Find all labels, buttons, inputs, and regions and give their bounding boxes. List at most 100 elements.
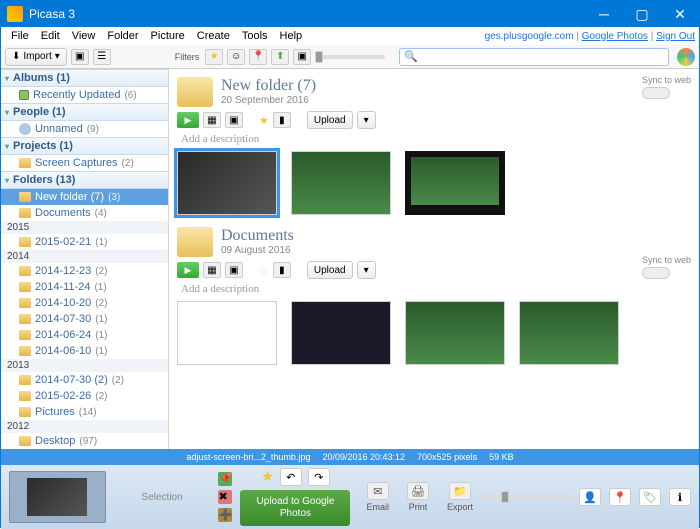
maximize-button[interactable]: ▢ — [623, 1, 661, 27]
google-photos-icon[interactable] — [677, 48, 695, 66]
minimize-button[interactable]: ─ — [585, 1, 623, 27]
play-slideshow-button[interactable]: ▶ — [177, 262, 199, 278]
sidebar-item[interactable]: 2014-10-20 (2) — [1, 295, 168, 311]
filter-faces-icon[interactable]: ☺ — [227, 49, 245, 65]
filter-tag-icon[interactable]: ⬆ — [271, 49, 289, 65]
thumbnail[interactable] — [405, 151, 505, 215]
sidebar-item[interactable]: 2015-02-21 (1) — [1, 234, 168, 250]
bottom-panel: Selection 📌 ✖ ➕ ★ ↶ ↷ Upload to Google P… — [1, 465, 699, 529]
folder-title[interactable]: Documents — [221, 227, 294, 245]
thumbnail[interactable] — [519, 301, 619, 365]
filter-starred-icon[interactable]: ★ — [205, 49, 223, 65]
sidebar-item[interactable]: 2014-06-24 (1) — [1, 327, 168, 343]
folder-description[interactable]: Add a description — [181, 133, 691, 145]
tag-button[interactable]: ▮ — [273, 262, 291, 278]
import-button[interactable]: ⬇ Import ▾ — [5, 48, 67, 66]
folder-icon — [19, 375, 31, 385]
sidebar-item[interactable]: Desktop (97) — [1, 433, 168, 449]
sidebar-item[interactable]: 2014-07-30 (1) — [1, 311, 168, 327]
search-input[interactable] — [418, 51, 664, 62]
sidebar-item[interactable]: 2015-02-26 (2) — [1, 388, 168, 404]
sync-to-web[interactable]: Sync to web — [642, 75, 691, 99]
geo-tag-button[interactable]: 📍 — [609, 488, 631, 506]
sidebar-item[interactable]: Pictures (14) — [1, 404, 168, 420]
people-tag-button[interactable]: 👤 — [579, 488, 601, 506]
sidebar-item-documents[interactable]: Documents (4) — [1, 205, 168, 221]
sidebar-item-new-folder[interactable]: New folder (7) (3) — [1, 189, 168, 205]
rotate-left-button[interactable]: ↶ — [280, 468, 302, 486]
sidebar-item-screen-captures[interactable]: Screen Captures (2) — [1, 155, 168, 171]
sync-to-web[interactable]: Sync to web — [642, 255, 691, 279]
tag-button[interactable]: ▮ — [273, 112, 291, 128]
sign-out-link[interactable]: Sign Out — [656, 31, 695, 42]
folder-icon — [19, 298, 31, 308]
tag-panel-button[interactable]: 🏷 — [639, 488, 661, 506]
menu-folder[interactable]: Folder — [101, 30, 144, 42]
folder-icon — [19, 158, 31, 168]
sidebar: ▾Albums (1) Recently Updated (6) ▾People… — [1, 69, 169, 449]
section-people[interactable]: ▾People (1) — [1, 103, 168, 121]
folder-date: 20 September 2016 — [221, 95, 316, 106]
upload-google-photos-button[interactable]: Upload to Google Photos — [240, 490, 350, 526]
photo-tray[interactable] — [9, 471, 106, 523]
filter-geo-icon[interactable]: 📍 — [249, 49, 267, 65]
collage-button[interactable]: ▦ — [203, 262, 221, 278]
thumbnail[interactable] — [291, 301, 391, 365]
clear-button[interactable]: ✖ — [218, 490, 232, 504]
movie-button[interactable]: ▣ — [225, 262, 243, 278]
menu-tools[interactable]: Tools — [236, 30, 274, 42]
upload-dropdown[interactable]: ▾ — [357, 261, 376, 279]
rotate-right-button[interactable]: ↷ — [308, 468, 330, 486]
email-button[interactable]: ✉Email — [366, 482, 389, 512]
menu-help[interactable]: Help — [274, 30, 309, 42]
album-icon — [19, 90, 29, 100]
sidebar-item[interactable]: 2014-12-23 (2) — [1, 263, 168, 279]
sidebar-item[interactable]: 2014-11-24 (1) — [1, 279, 168, 295]
email-icon: ✉ — [367, 482, 389, 500]
zoom-slider[interactable] — [481, 495, 571, 499]
movie-button[interactable]: ▣ — [225, 112, 243, 128]
close-button[interactable]: ✕ — [661, 1, 699, 27]
add-button[interactable]: ➕ — [218, 508, 232, 522]
thumbnail[interactable] — [177, 151, 277, 215]
menu-create[interactable]: Create — [191, 30, 236, 42]
new-album-button[interactable]: ▣ — [71, 49, 89, 65]
section-folders[interactable]: ▾Folders (13) — [1, 171, 168, 189]
play-slideshow-button[interactable]: ▶ — [177, 112, 199, 128]
folder-header: New folder (7) 20 September 2016 — [177, 77, 691, 107]
properties-button[interactable]: ℹ — [669, 488, 691, 506]
menu-view[interactable]: View — [66, 30, 102, 42]
thumbnail[interactable] — [405, 301, 505, 365]
folder-large-icon[interactable] — [177, 227, 213, 257]
menu-picture[interactable]: Picture — [145, 30, 191, 42]
filter-movie-icon[interactable]: ▣ — [293, 49, 311, 65]
thumbnail[interactable] — [177, 301, 277, 365]
menu-file[interactable]: File — [5, 30, 35, 42]
upload-button[interactable]: Upload — [307, 261, 353, 279]
section-albums[interactable]: ▾Albums (1) — [1, 69, 168, 87]
folder-description[interactable]: Add a description — [181, 283, 691, 295]
sidebar-item[interactable]: 2014-06-10 (1) — [1, 343, 168, 359]
menu-edit[interactable]: Edit — [35, 30, 66, 42]
upload-button[interactable]: Upload — [307, 111, 353, 129]
upload-dropdown[interactable]: ▾ — [357, 111, 376, 129]
google-photos-link[interactable]: Google Photos — [582, 31, 648, 42]
star-icon[interactable]: ☆ — [259, 264, 269, 277]
sidebar-item-unnamed[interactable]: Unnamed (9) — [1, 121, 168, 137]
hold-button[interactable]: 📌 — [218, 472, 232, 486]
section-projects[interactable]: ▾Projects (1) — [1, 137, 168, 155]
folder-title[interactable]: New folder (7) — [221, 77, 316, 95]
thumbnail[interactable] — [291, 151, 391, 215]
sidebar-item[interactable]: 2014-07-30 (2) (2) — [1, 372, 168, 388]
star-icon[interactable]: ★ — [259, 114, 269, 127]
collage-button[interactable]: ▦ — [203, 112, 221, 128]
view-button[interactable]: ☰ — [93, 49, 111, 65]
export-button[interactable]: 📁Export — [447, 482, 473, 512]
search-box[interactable]: 🔍 — [399, 48, 669, 66]
date-slider[interactable] — [315, 55, 385, 59]
folder-large-icon[interactable] — [177, 77, 213, 107]
star-button[interactable]: ★ — [261, 468, 274, 486]
print-button[interactable]: 🖨Print — [407, 482, 429, 512]
tray-thumbnail[interactable] — [27, 478, 87, 516]
sidebar-item-recently-updated[interactable]: Recently Updated (6) — [1, 87, 168, 103]
